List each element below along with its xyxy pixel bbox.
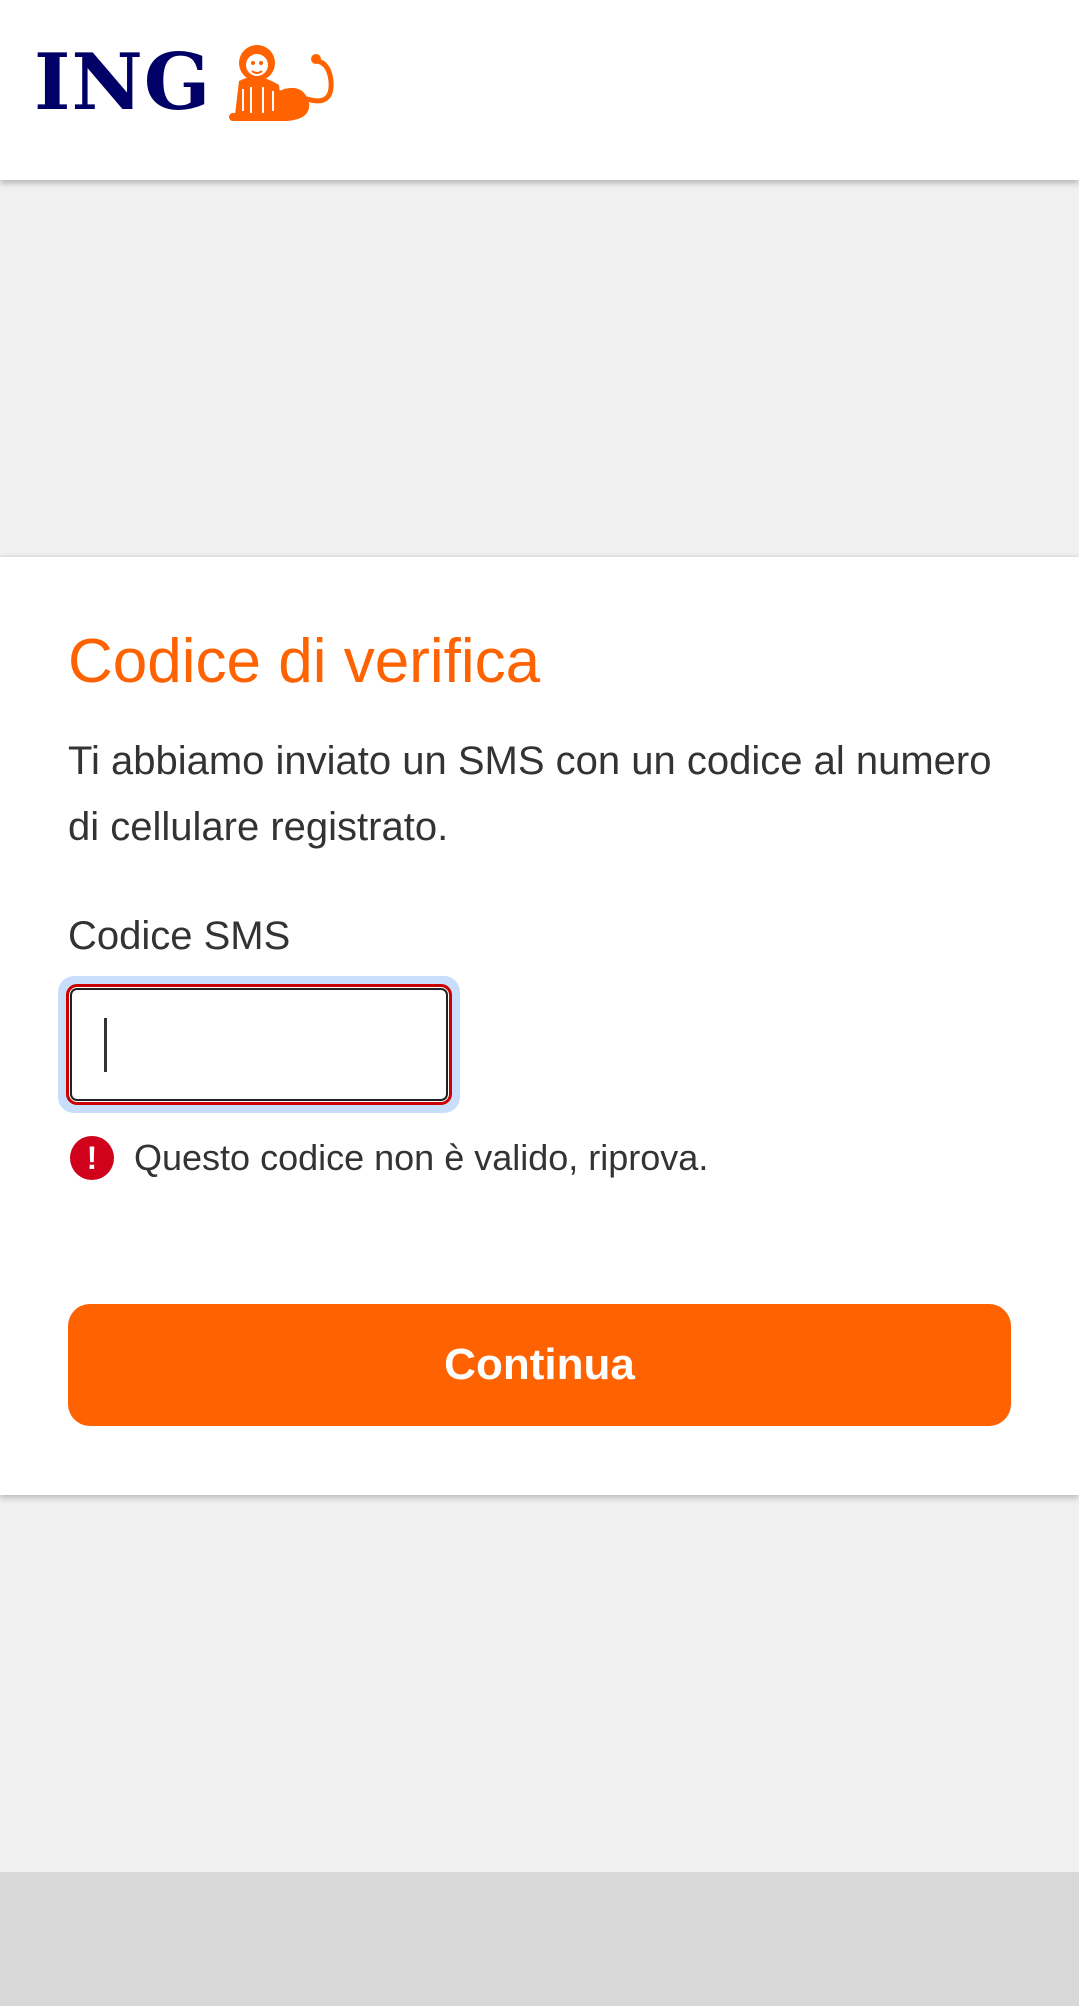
error-text: Questo codice non è valido, riprova. (134, 1137, 709, 1178)
page-title: Codice di verifica (68, 627, 541, 696)
verification-description: Ti abbiamo inviato un SMS con un codice … (68, 739, 992, 849)
error-message: ! Questo codice non è valido, riprova. (70, 1136, 708, 1180)
ing-lion-icon (229, 45, 334, 121)
text-caret (104, 1018, 107, 1072)
sms-code-input[interactable] (66, 984, 452, 1105)
brand-name: ING (34, 37, 212, 128)
footer (0, 1872, 1079, 2006)
sms-code-focus-ring (58, 976, 460, 1113)
continue-button[interactable]: Continua (68, 1304, 1011, 1426)
exclamation-circle-icon: ! (70, 1136, 114, 1180)
ing-logo[interactable]: ING (34, 38, 341, 128)
header: ING (0, 0, 1079, 180)
sms-code-label: Codice SMS (68, 914, 291, 958)
